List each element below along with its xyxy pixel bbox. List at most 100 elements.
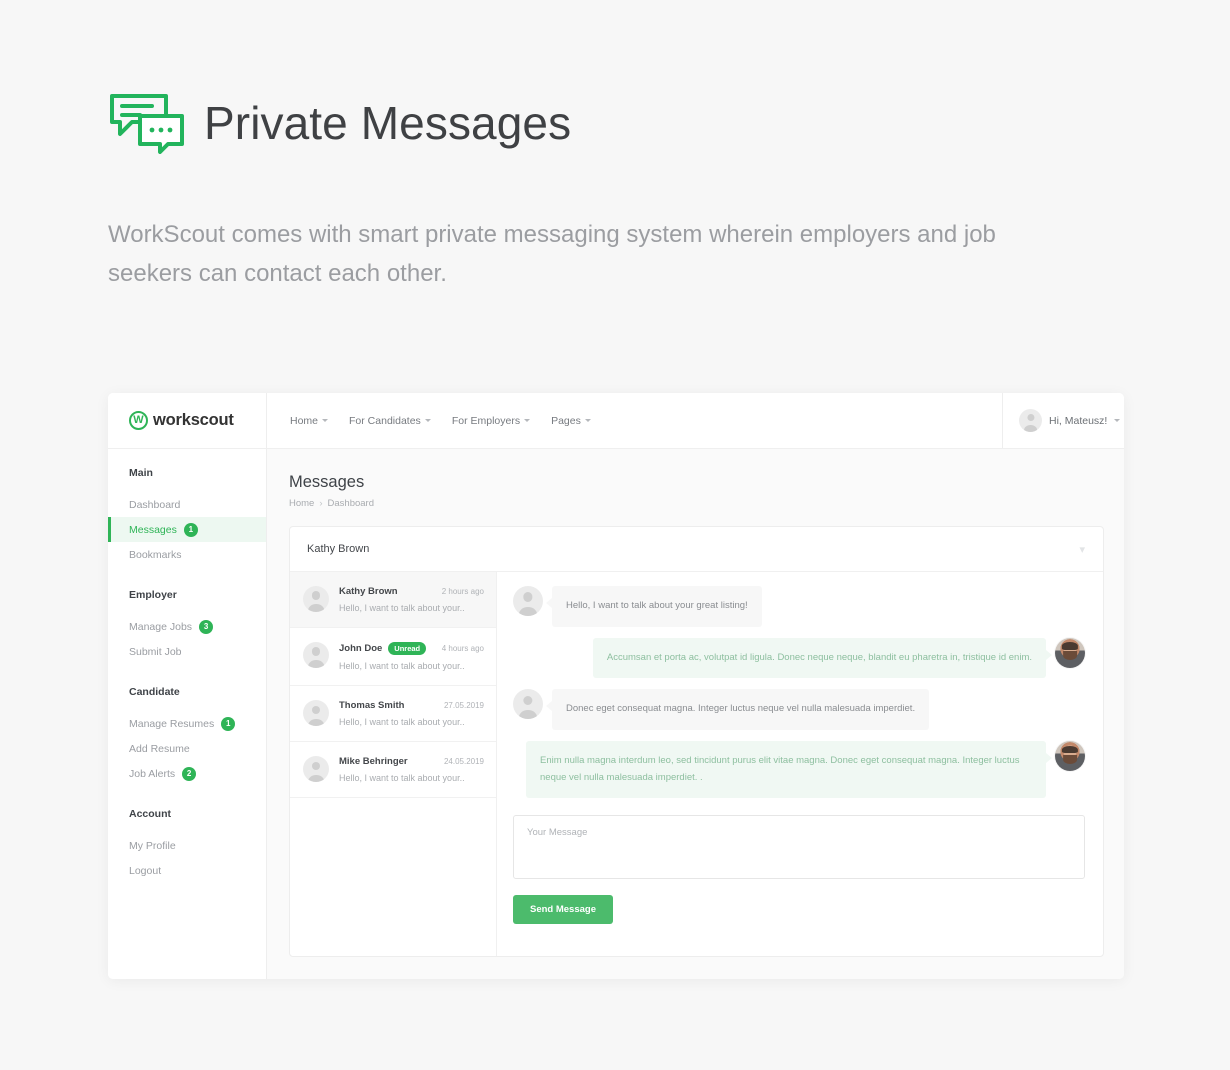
sidebar-badge: 3 [199, 619, 214, 634]
status-badge: Unread [388, 642, 427, 656]
sidebar-item-manage-resumes[interactable]: Manage Resumes 1 [108, 711, 266, 736]
options-icon[interactable]: ▾ [1079, 543, 1085, 556]
breadcrumb-item-dashboard[interactable]: Dashboard [328, 498, 374, 509]
avatar [1019, 409, 1042, 432]
dashboard-preview-card: W workscout Home For Candidates For Empl… [108, 393, 1124, 979]
chevron-down-icon [524, 419, 531, 422]
messages-panel: Kathy Brown ▾ Kathy Brown 2 hours ago He… [289, 526, 1104, 957]
dashboard-content: Messages Home › Dashboard Kathy Brown ▾ [267, 449, 1124, 979]
nav-item-label: For Candidates [349, 414, 421, 427]
user-menu[interactable]: Hi, Mateusz! [1002, 393, 1124, 448]
nav-item-for-employers[interactable]: For Employers [451, 414, 531, 427]
list-item[interactable]: Kathy Brown 2 hours ago Hello, I want to… [290, 572, 496, 628]
avatar [303, 700, 329, 727]
sidebar-heading-candidate: Candidate [129, 686, 180, 698]
sidebar-item-label: Dashboard [129, 498, 181, 511]
message-outgoing: Enim nulla magna interdum leo, sed tinci… [513, 740, 1085, 799]
conversation-header: Kathy Brown ▾ [290, 527, 1103, 572]
sidebar-badge: 1 [221, 716, 236, 731]
chat-bubbles-icon [108, 92, 186, 154]
sidebar-item-label: Messages [129, 523, 177, 536]
thread-preview: Hello, I want to talk about your.. [339, 773, 465, 784]
page-title: Private Messages [204, 97, 572, 149]
hero-subtitle: WorkScout comes with smart private messa… [108, 221, 996, 287]
avatar [1055, 740, 1085, 771]
thread-time: 2 hours ago [441, 587, 484, 596]
chevron-down-icon [424, 419, 431, 422]
thread-preview: Hello, I want to talk about your.. [339, 603, 465, 613]
thread-name: Thomas Smith [339, 700, 405, 712]
sidebar-heading-employer: Employer [129, 589, 177, 601]
message-incoming: Hello, I want to talk about your great l… [513, 586, 1085, 627]
nav-item-label: For Employers [451, 414, 521, 427]
content-title: Messages [289, 473, 365, 491]
list-item[interactable]: Thomas Smith 27.05.2019 Hello, I want to… [290, 686, 496, 743]
brand-logo[interactable]: W workscout [108, 393, 267, 448]
message-bubble: Hello, I want to talk about your great l… [546, 586, 762, 627]
conversation-list: Kathy Brown 2 hours ago Hello, I want to… [290, 572, 497, 956]
card-body: Main Dashboard Messages 1 Bookmarks Empl… [108, 448, 1124, 979]
thread-preview: Hello, I want to talk about your.. [339, 661, 465, 672]
chevron-down-icon [584, 419, 591, 422]
sidebar-item-add-resume[interactable]: Add Resume [108, 736, 266, 761]
message-bubble: Accumsan et porta ac, volutpat id ligula… [592, 637, 1053, 679]
sidebar-item-label: My Profile [129, 839, 176, 852]
sidebar-badge: 1 [183, 522, 198, 537]
avatar [1055, 637, 1085, 668]
avatar [303, 756, 329, 783]
avatar [513, 586, 543, 616]
nav-item-pages[interactable]: Pages [551, 415, 591, 427]
sidebar-item-dashboard[interactable]: Dashboard [108, 492, 266, 517]
logo-text: workscout [153, 411, 234, 429]
avatar [303, 586, 329, 612]
list-item[interactable]: Mike Behringer 24.05.2019 Hello, I want … [290, 742, 496, 799]
message-bubble: Donec eget consequat magna. Integer luct… [545, 689, 930, 730]
hero-section: Private Messages WorkScout comes with sm… [108, 92, 1108, 294]
app-navbar: W workscout Home For Candidates For Empl… [108, 393, 1124, 448]
breadcrumb-separator-icon: › [319, 498, 323, 509]
sidebar-item-label: Add Resume [129, 742, 190, 755]
nav-item-label: Home [290, 414, 319, 427]
sidebar-heading-account: Account [129, 808, 171, 820]
sidebar-item-submit-job[interactable]: Submit Job [108, 639, 266, 664]
sidebar-item-logout[interactable]: Logout [108, 858, 266, 883]
thread-name: Kathy Brown [339, 586, 398, 597]
thread-time: 27.05.2019 [443, 701, 484, 711]
hero-heading-row: Private Messages [108, 92, 1108, 154]
list-item[interactable]: John Doe Unread 4 hours ago Hello, I wan… [290, 628, 496, 687]
sidebar-item-messages[interactable]: Messages 1 [108, 517, 266, 542]
thread-preview: Hello, I want to talk about your.. [339, 717, 465, 728]
chevron-down-icon [322, 419, 329, 422]
sidebar-item-my-profile[interactable]: My Profile [108, 833, 266, 858]
message-outgoing: Accumsan et porta ac, volutpat id ligula… [513, 637, 1085, 679]
avatar [513, 689, 543, 720]
message-input[interactable] [513, 815, 1085, 880]
breadcrumb-item-home[interactable]: Home [289, 498, 314, 509]
conversation-thread: Hello, I want to talk about your great l… [497, 572, 1103, 956]
workscout-logo-icon: W [129, 411, 148, 430]
sidebar-item-job-alerts[interactable]: Job Alerts 2 [108, 761, 266, 786]
thread-time: 24.05.2019 [443, 757, 484, 767]
sidebar-item-label: Manage Resumes [129, 717, 215, 730]
avatar [303, 642, 329, 668]
thread-name: John Doe [339, 643, 383, 655]
sidebar-item-manage-jobs[interactable]: Manage Jobs 3 [108, 614, 266, 639]
chevron-down-icon [1114, 419, 1121, 422]
thread-name: Mike Behringer [339, 756, 408, 768]
sidebar-item-label: Manage Jobs [129, 620, 193, 633]
send-message-button[interactable]: Send Message [513, 895, 613, 925]
sidebar-item-label: Logout [129, 864, 162, 877]
nav-item-home[interactable]: Home [290, 414, 329, 427]
nav-item-label: Pages [551, 414, 581, 427]
sidebar-item-bookmarks[interactable]: Bookmarks [108, 542, 266, 567]
message-bubble: Enim nulla magna interdum leo, sed tinci… [526, 740, 1052, 799]
message-incoming: Donec eget consequat magna. Integer luct… [513, 689, 1085, 730]
sidebar-heading-main: Main [129, 467, 153, 479]
sidebar-item-label: Submit Job [129, 645, 182, 658]
nav-links: Home For Candidates For Employers Pages [267, 393, 1002, 448]
user-greeting: Hi, Mateusz! [1049, 414, 1108, 427]
page-root: Private Messages WorkScout comes with sm… [0, 0, 1230, 1070]
logo-mark-letter: W [133, 414, 144, 426]
nav-item-for-candidates[interactable]: For Candidates [349, 415, 431, 427]
messages-columns: Kathy Brown 2 hours ago Hello, I want to… [290, 572, 1103, 956]
